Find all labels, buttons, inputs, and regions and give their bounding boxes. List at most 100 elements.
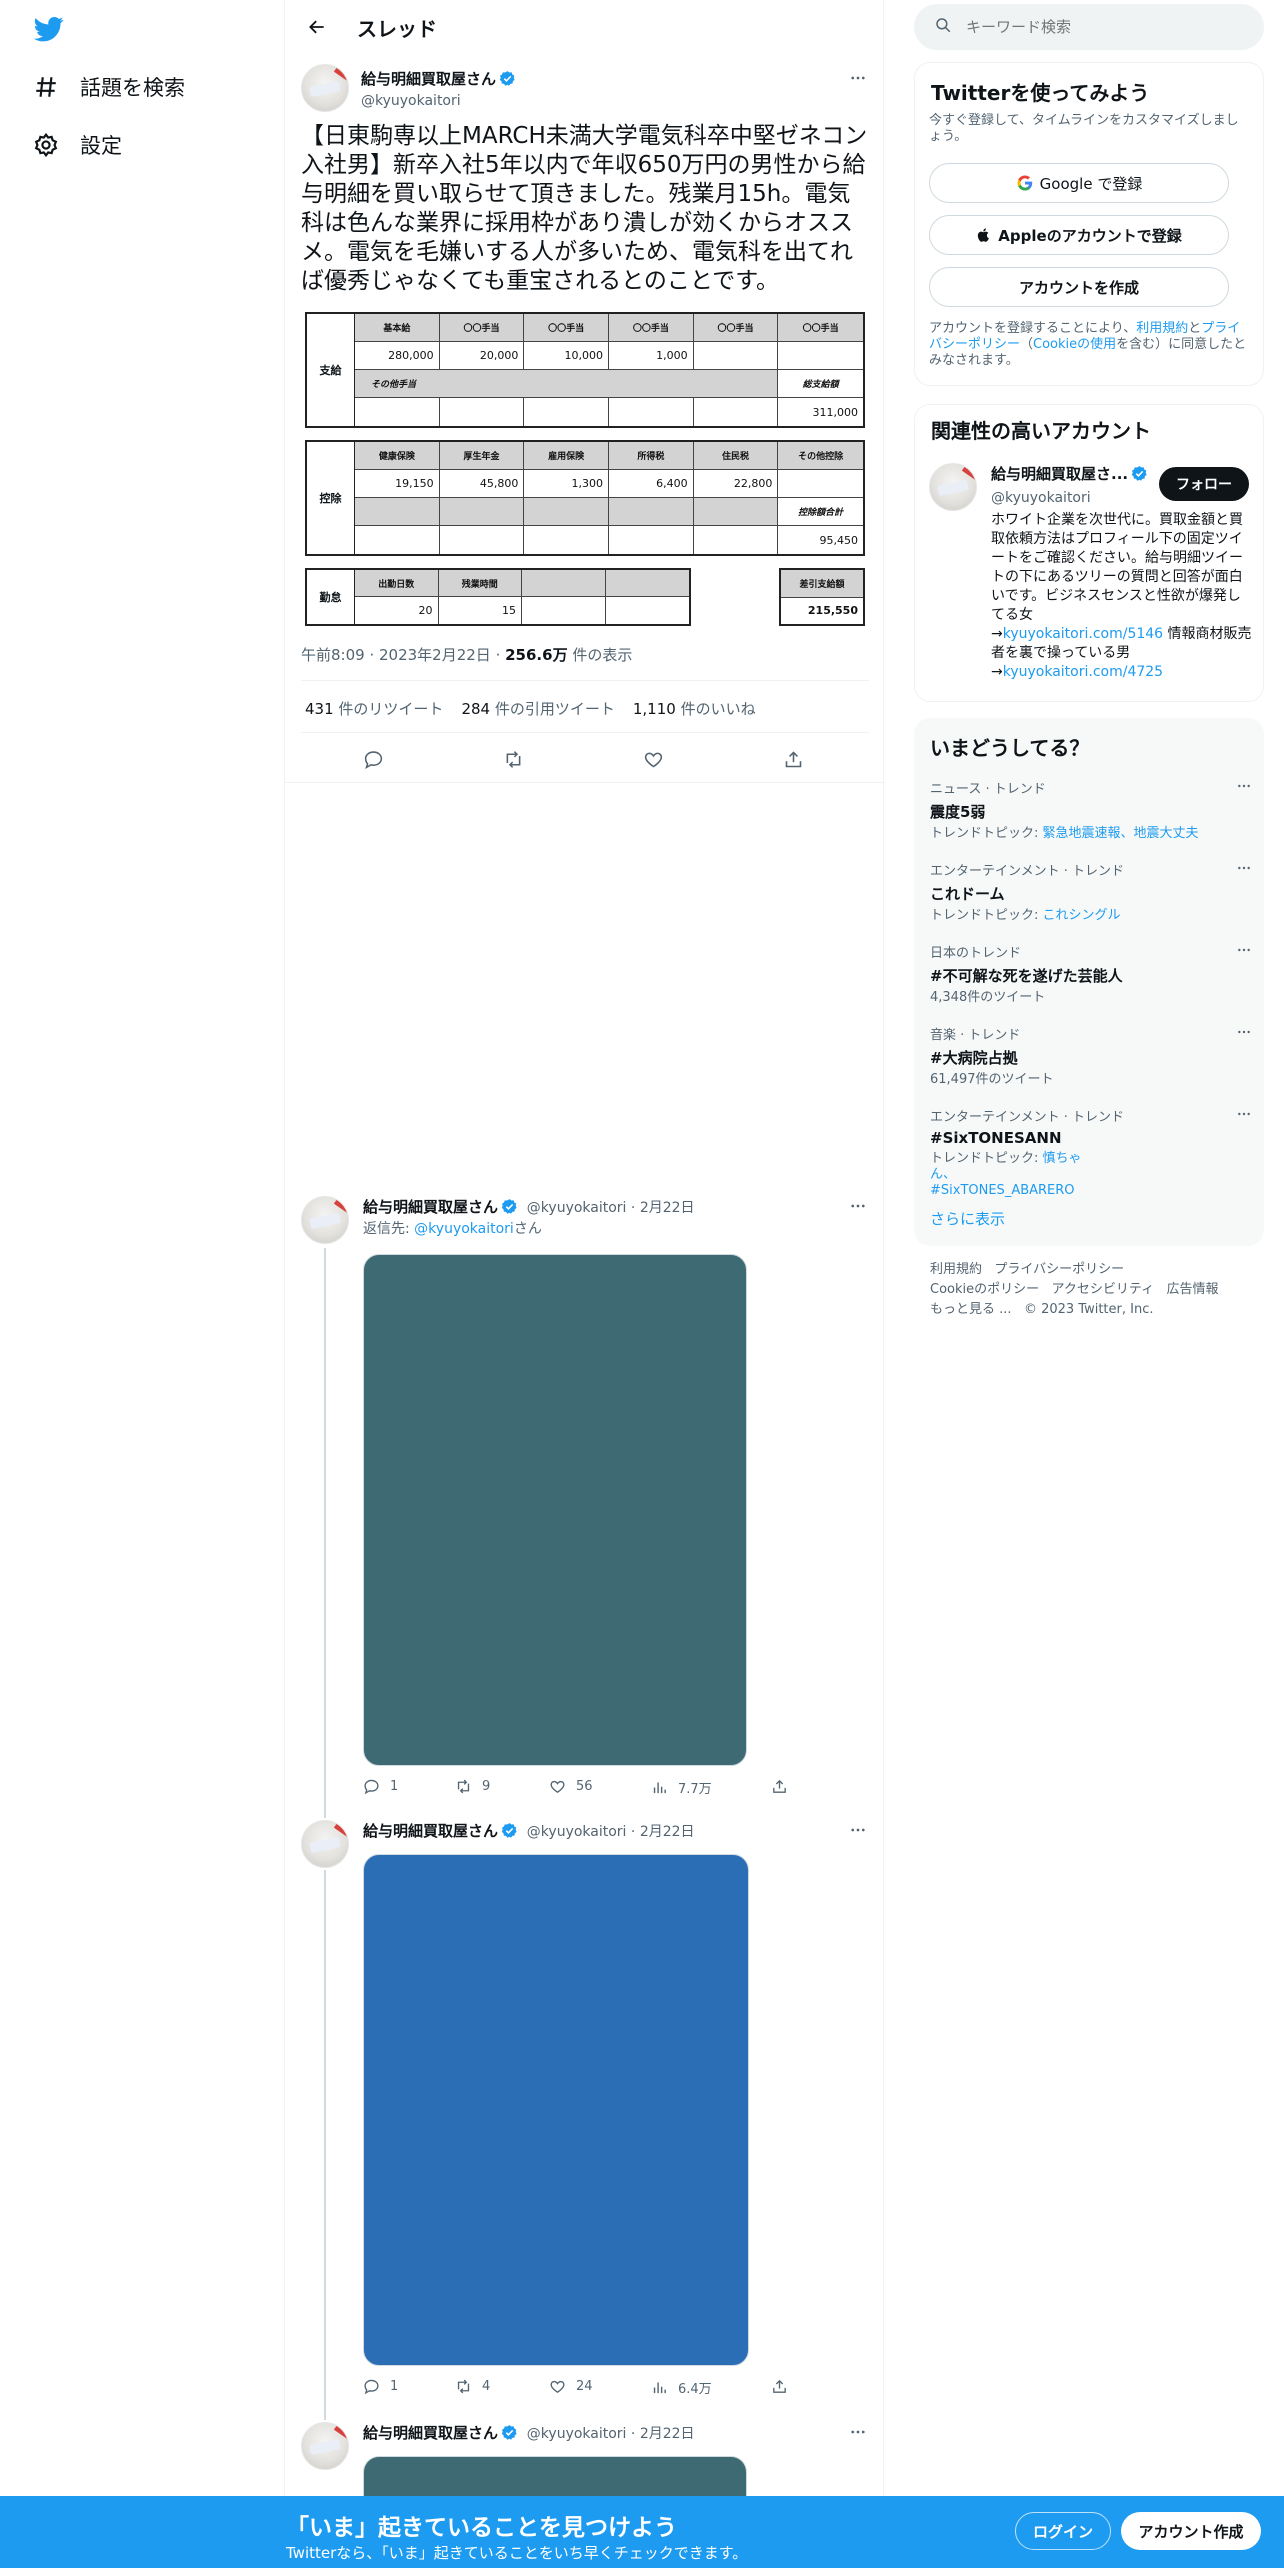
author-name[interactable]: 給与明細買取屋さん bbox=[363, 2424, 498, 2442]
more-options-icon[interactable] bbox=[1236, 860, 1252, 880]
views-button[interactable]: 7.7万 bbox=[651, 1778, 712, 1797]
quotes-stat[interactable]: 284 件の引用ツイート bbox=[461, 698, 614, 719]
related-bio: ホワイト企業を次世代に。買取金額と買取依頼方法はプロフィール下の固定ツイートをご… bbox=[991, 512, 1252, 680]
reply-media-image[interactable] bbox=[363, 2456, 747, 2496]
author-handle: @kyuyokaitori bbox=[526, 1200, 627, 1216]
bio-link-2[interactable]: kyuyokaitori.com/4725 bbox=[1003, 664, 1163, 680]
more-options-icon[interactable] bbox=[1236, 778, 1252, 798]
pay-value: 20,000 bbox=[439, 342, 525, 370]
avatar[interactable] bbox=[301, 1820, 349, 1868]
signup-button[interactable]: アカウント作成 bbox=[1121, 2512, 1261, 2550]
thread-connector bbox=[324, 1248, 326, 1818]
pay-header: 〇〇手当 bbox=[608, 314, 694, 342]
avatar[interactable] bbox=[301, 1196, 349, 1244]
like-icon[interactable] bbox=[638, 744, 668, 774]
tweet-stats: 431 件のリツイート 284 件の引用ツイート 1,110 件のいいね bbox=[305, 698, 756, 719]
footer-link[interactable]: Cookieのポリシー bbox=[930, 1282, 1039, 1297]
avatar[interactable] bbox=[301, 2422, 349, 2470]
trend-item[interactable]: 音楽 · トレンド #大病院占拠 61,497件のツイート bbox=[930, 1024, 1250, 1088]
create-account-button[interactable]: アカウントを作成 bbox=[929, 267, 1229, 307]
more-options-icon[interactable] bbox=[845, 2422, 871, 2442]
more-options-icon[interactable] bbox=[1236, 1106, 1252, 1126]
footer-link[interactable]: プライバシーポリシー bbox=[994, 1262, 1124, 1277]
nav-explore[interactable]: 話題を検索 bbox=[30, 62, 185, 112]
author-name[interactable]: 給与明細買取屋さん bbox=[363, 1198, 498, 1216]
reply-date[interactable]: 2月22日 bbox=[640, 1824, 695, 1840]
pay-value: 280,000 bbox=[355, 342, 440, 370]
trend-tweet-count: 61,497件のツイート bbox=[930, 1072, 1054, 1087]
like-button[interactable]: 24 bbox=[549, 2378, 593, 2395]
retweet-button[interactable]: 4 bbox=[455, 2378, 490, 2395]
payslip-deduction-block: 控除 健康保険 厚生年金 雇用保険 所得税 住民税 その他控除 19,150 4… bbox=[305, 440, 865, 556]
tweet-author[interactable]: 給与明細買取屋さん @kyuyokaitori bbox=[361, 68, 516, 109]
author-name[interactable]: 給与明細買取屋さん bbox=[363, 1822, 498, 1840]
hashtag-icon bbox=[30, 71, 62, 103]
tweet-date[interactable]: 2023年2月22日 bbox=[379, 646, 491, 664]
more-options-icon[interactable] bbox=[1236, 942, 1252, 962]
reply-media-image[interactable] bbox=[363, 1254, 747, 1766]
more-options-icon[interactable] bbox=[1236, 1024, 1252, 1044]
apple-signup-label: Appleのアカウントで登録 bbox=[998, 226, 1182, 245]
back-arrow-icon[interactable] bbox=[301, 11, 333, 43]
apple-signup-button[interactable]: Appleのアカウントで登録 bbox=[929, 215, 1229, 255]
follow-button[interactable]: フォロー bbox=[1159, 467, 1249, 501]
like-count: 24 bbox=[576, 2379, 593, 2394]
cookie-link[interactable]: Cookieの使用 bbox=[1033, 337, 1116, 352]
twitter-logo-icon[interactable] bbox=[32, 14, 66, 44]
banner-title: 「いま」起きていることを見つけよう bbox=[286, 2515, 677, 2541]
avatar[interactable] bbox=[929, 463, 977, 511]
show-more-link[interactable]: さらに表示 bbox=[930, 1208, 1005, 1229]
reply-date[interactable]: 2月22日 bbox=[640, 2426, 695, 2442]
trend-item[interactable]: 日本のトレンド #不可解な死を遂げた芸能人 4,348件のツイート bbox=[930, 942, 1250, 1006]
trends-card: いまどうしてる？ ニュース · トレンド 震度5弱 トレンドトピック: 緊急地震… bbox=[914, 718, 1264, 1246]
footer-link[interactable]: 利用規約 bbox=[930, 1262, 982, 1277]
google-signup-button[interactable]: Google で登録 bbox=[929, 163, 1229, 203]
retweets-stat[interactable]: 431 件のリツイート bbox=[305, 698, 443, 719]
trend-category: エンターテインメント · トレンド bbox=[930, 1110, 1125, 1125]
terms-link[interactable]: 利用規約 bbox=[1136, 321, 1188, 336]
views-label: 件の表示 bbox=[572, 646, 633, 664]
trend-topic-link[interactable]: 緊急地震速報、地震大丈夫 bbox=[1043, 826, 1199, 841]
share-icon[interactable] bbox=[778, 744, 808, 774]
replying-to-link[interactable]: @kyuyokaitori bbox=[414, 1221, 514, 1237]
related-account[interactable]: 給与明細買取屋さ... @kyuyokaitori bbox=[991, 463, 1161, 506]
bio-link-1[interactable]: kyuyokaitori.com/5146 bbox=[1003, 626, 1163, 642]
more-options-icon[interactable] bbox=[845, 1196, 871, 1216]
likes-stat[interactable]: 1,110 件のいいね bbox=[633, 698, 756, 719]
footer-more-link[interactable]: もっと見る ... bbox=[930, 1302, 1012, 1317]
author-handle: @kyuyokaitori bbox=[526, 1824, 627, 1840]
share-button[interactable] bbox=[771, 1778, 798, 1795]
replying-prefix: 返信先: bbox=[363, 1221, 415, 1237]
trend-item[interactable]: エンターテインメント · トレンド #SixTONESANN トレンドトピック:… bbox=[930, 1106, 1250, 1199]
nav-settings-label: 設定 bbox=[80, 134, 122, 158]
verified-badge-icon bbox=[501, 2424, 518, 2445]
trend-item[interactable]: ニュース · トレンド 震度5弱 トレンドトピック: 緊急地震速報、地震大丈夫 bbox=[930, 778, 1250, 842]
attendance-value: 15 bbox=[439, 597, 522, 624]
reply-button[interactable]: 1 bbox=[363, 1778, 398, 1795]
payslip-attendance-block: 勤怠 出勤日数 残業時間 20 15 bbox=[305, 568, 691, 626]
views-button[interactable]: 6.4万 bbox=[651, 2378, 712, 2397]
trend-name: #SixTONESANN bbox=[930, 1129, 1062, 1147]
share-button[interactable] bbox=[771, 2378, 798, 2395]
reply-icon[interactable] bbox=[358, 744, 388, 774]
nav-settings[interactable]: 設定 bbox=[30, 120, 122, 170]
trend-item[interactable]: エンターテインメント · トレンド これドーム トレンドトピック: これシングル bbox=[930, 860, 1250, 924]
avatar[interactable] bbox=[301, 64, 349, 112]
search-input[interactable] bbox=[966, 18, 1226, 36]
like-button[interactable]: 56 bbox=[549, 1778, 593, 1795]
reply-media-image[interactable] bbox=[363, 1854, 749, 2366]
trend-topic-link[interactable]: これシングル bbox=[1043, 908, 1121, 923]
footer-link[interactable]: 広告情報 bbox=[1167, 1282, 1219, 1297]
search-bar[interactable] bbox=[914, 4, 1264, 50]
reply-button[interactable]: 1 bbox=[363, 2378, 398, 2395]
reply-date[interactable]: 2月22日 bbox=[640, 1200, 695, 1216]
login-button[interactable]: ログイン bbox=[1015, 2512, 1111, 2550]
retweet-button[interactable]: 9 bbox=[455, 1778, 490, 1795]
tweet-time[interactable]: 午前8:09 bbox=[301, 646, 365, 664]
footer-link[interactable]: アクセシビリティ bbox=[1052, 1282, 1155, 1297]
verified-badge-icon bbox=[1131, 465, 1148, 486]
verified-badge-icon bbox=[499, 70, 516, 91]
more-options-icon[interactable] bbox=[845, 1820, 871, 1840]
retweet-icon[interactable] bbox=[498, 744, 528, 774]
more-options-icon[interactable] bbox=[845, 68, 871, 88]
